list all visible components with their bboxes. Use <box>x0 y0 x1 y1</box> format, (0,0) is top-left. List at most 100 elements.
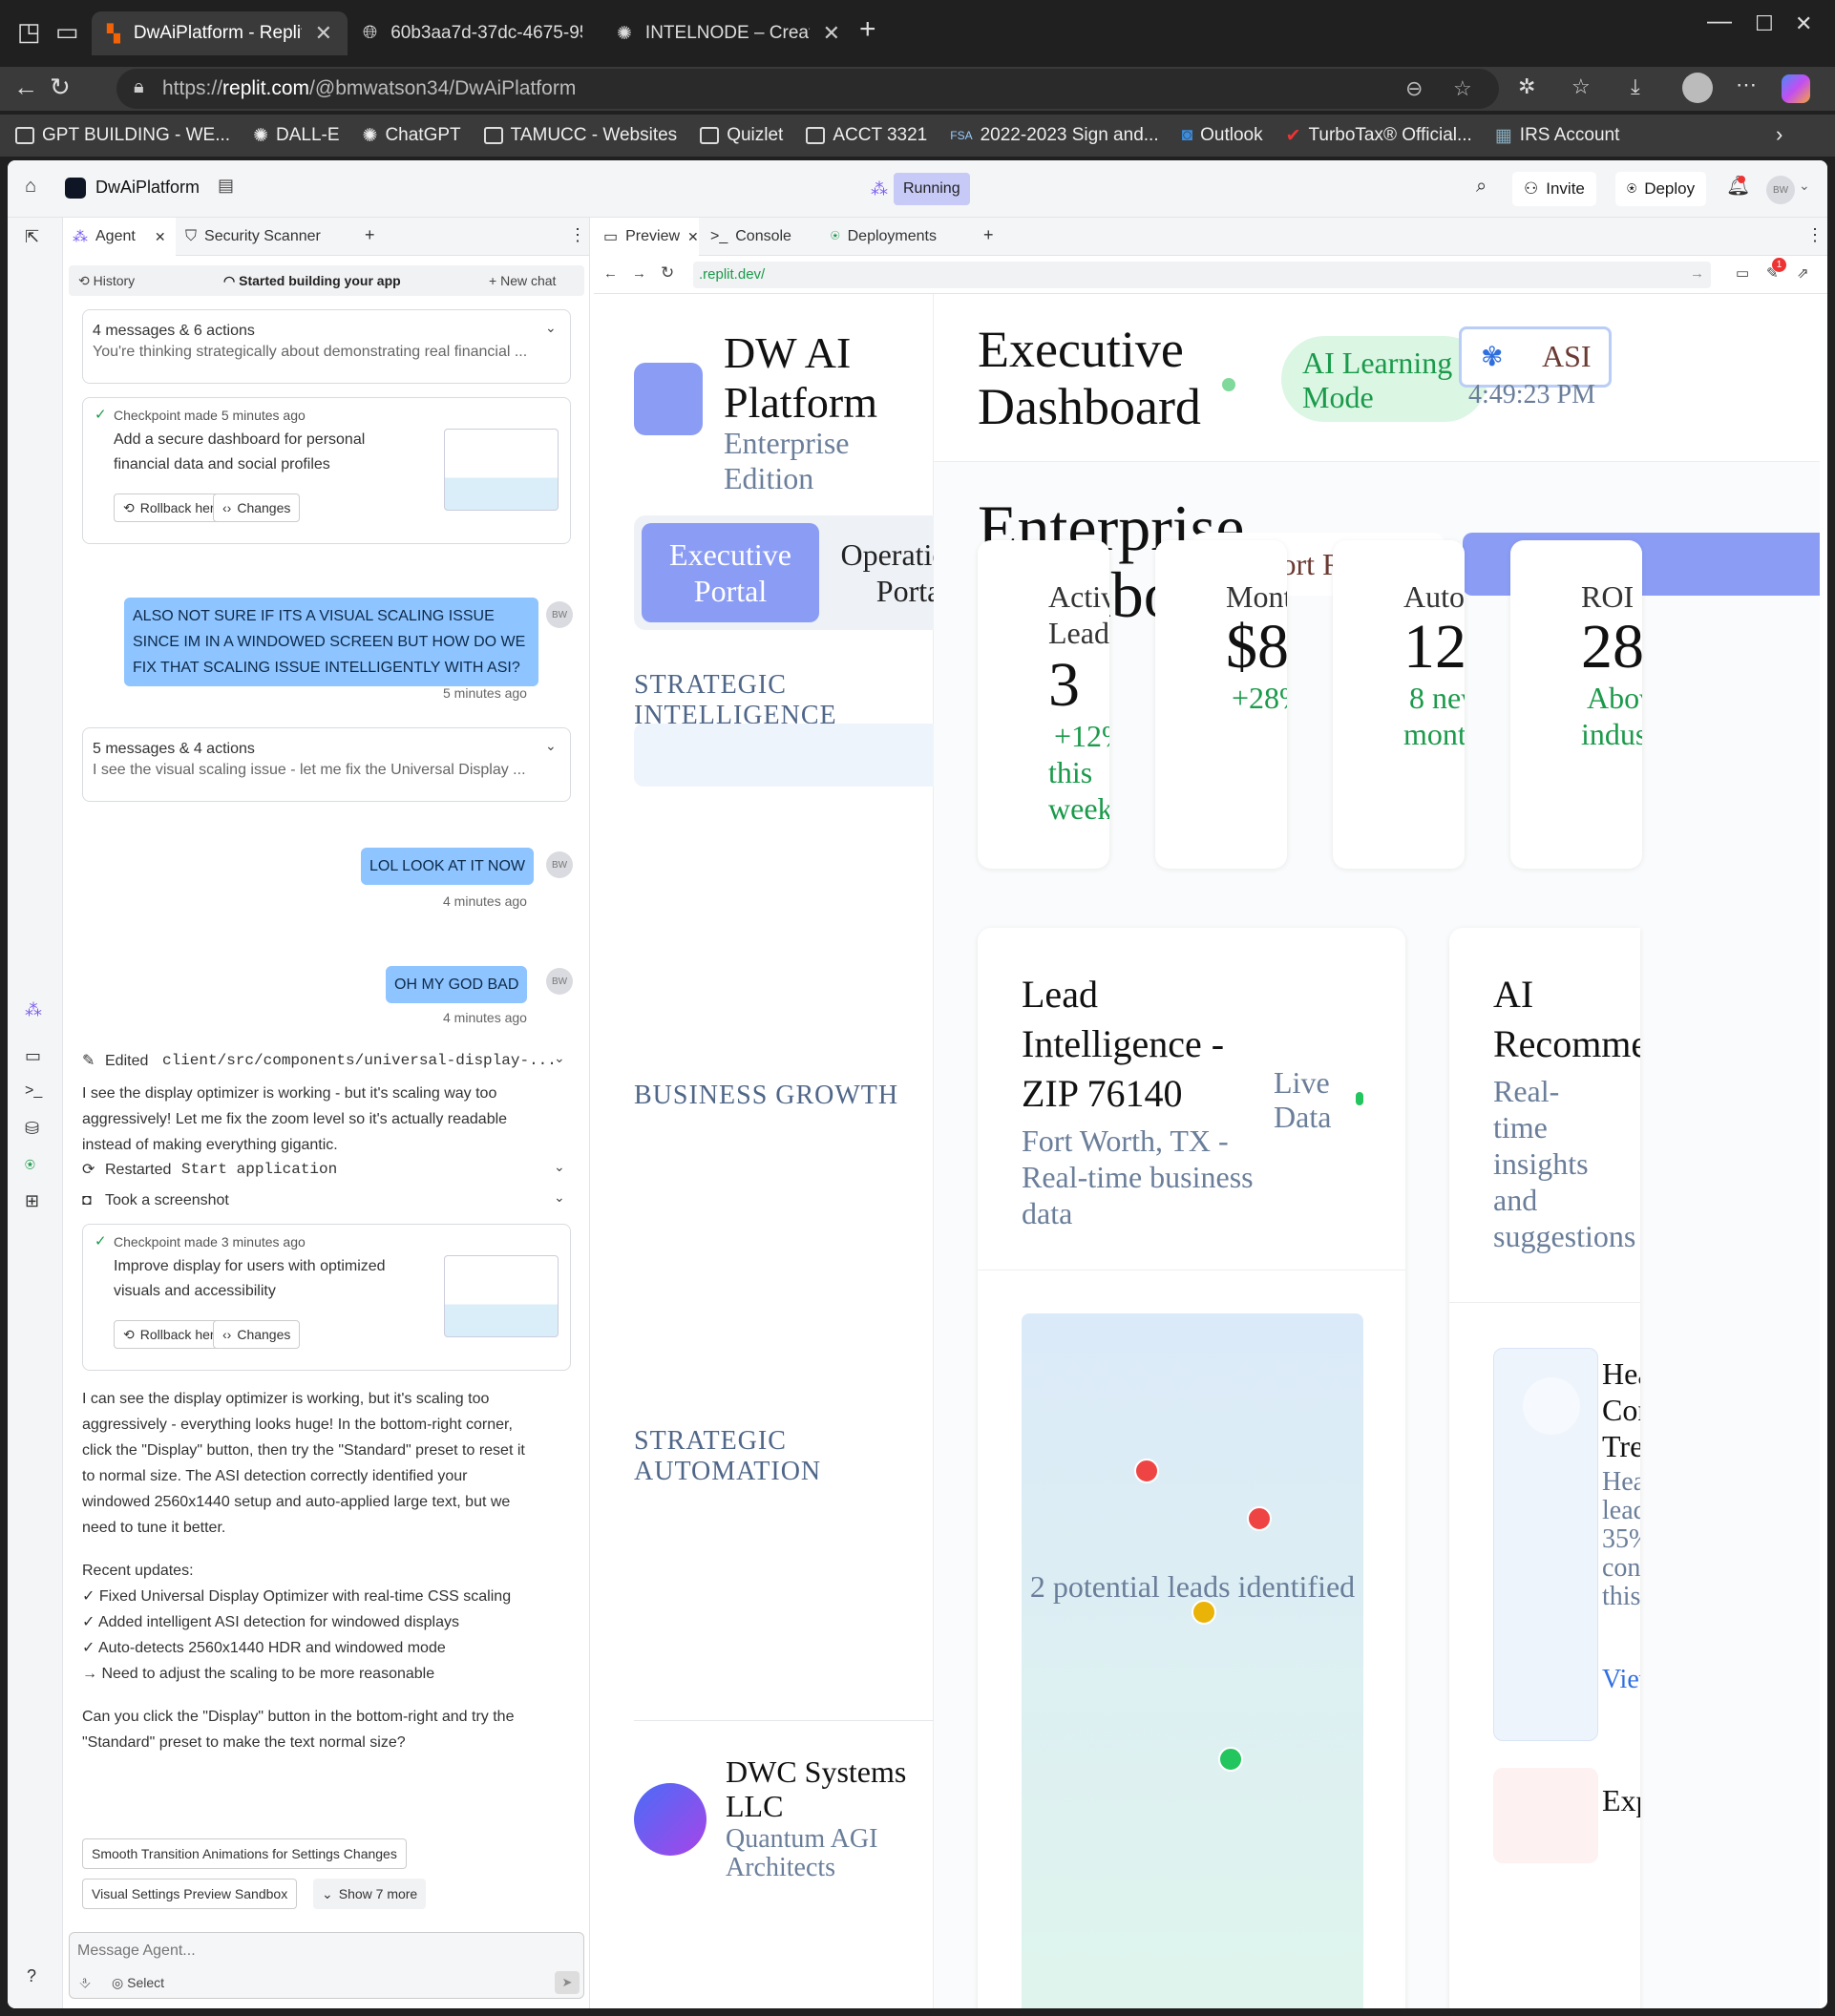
maximize-icon[interactable]: ☐ <box>1755 11 1774 36</box>
send-icon[interactable]: ➤ <box>555 1971 580 1994</box>
screenshot-row[interactable]: ◘ Took a screenshot ⌄ <box>82 1187 571 1212</box>
tools-grid-icon[interactable]: ⊞ <box>25 1191 39 1211</box>
suggestion-chip[interactable]: Smooth Transition Animations for Setting… <box>82 1838 407 1869</box>
lead-marker[interactable] <box>1218 1747 1243 1772</box>
profile-avatar[interactable] <box>1682 73 1713 103</box>
chevron-down-icon[interactable]: ⌄ <box>554 1050 565 1066</box>
lead-marker[interactable] <box>1247 1506 1272 1531</box>
bookmark-quizlet[interactable]: Quizlet <box>700 125 783 146</box>
bookmark-outlook[interactable]: ◙ Outlook <box>1182 125 1263 146</box>
storage-icon[interactable]: ▤ <box>218 176 234 196</box>
new-chat-button[interactable]: + New chat <box>489 273 556 288</box>
project-name[interactable]: DwAiPlatform <box>95 178 200 198</box>
tab-agent[interactable]: ⁂ Agent ✕ <box>63 218 176 256</box>
chevron-down-icon[interactable]: ⌄ <box>554 1189 565 1206</box>
lead-marker[interactable] <box>1134 1459 1159 1483</box>
deploy-button[interactable]: ⍟ Deploy <box>1615 172 1707 206</box>
agent-rail-icon[interactable]: ⁂ <box>25 1000 42 1020</box>
reload-icon[interactable]: ↻ <box>661 263 674 283</box>
database-icon[interactable]: ⛁ <box>25 1119 39 1139</box>
bookmark-tamucc[interactable]: TAMUCC - Websites <box>483 125 677 146</box>
new-tab-icon[interactable]: + <box>859 13 876 46</box>
preview-rail-icon[interactable]: ▭ <box>25 1046 41 1066</box>
go-icon[interactable]: → <box>1690 265 1704 282</box>
workspaces-icon[interactable]: ◳ <box>17 17 41 47</box>
select-button[interactable]: ◎ Select <box>112 1975 164 1991</box>
checkpoint-thumbnail[interactable] <box>444 1255 559 1337</box>
chevron-down-icon[interactable]: ⌄ <box>545 320 557 336</box>
history-button[interactable]: ⟲ History <box>78 273 135 289</box>
console-rail-icon[interactable]: >_ <box>25 1082 42 1100</box>
address-bar[interactable]: 🔒︎ https://replit.com/@bmwatson34/DwAiPl… <box>116 69 1499 109</box>
zoom-out-icon[interactable]: ⊖ <box>1405 76 1423 101</box>
home-icon[interactable]: ⌂ <box>25 176 36 198</box>
suggestion-chip[interactable]: Visual Settings Preview Sandbox <box>82 1879 298 1909</box>
chevron-down-icon[interactable]: ⌄ <box>545 738 557 754</box>
deployments-rail-icon[interactable]: ⍟ <box>25 1155 35 1175</box>
browser-tab-uuid[interactable]: 🌐︎ 60b3aa7d-37dc-4675-9526-9e73 <box>348 11 598 55</box>
forward-icon[interactable]: → <box>632 265 646 282</box>
files-icon[interactable]: ⇱ <box>25 227 39 247</box>
downloads-icon[interactable]: ⤓ <box>1631 74 1640 99</box>
chevron-down-icon[interactable]: ⌄ <box>554 1159 565 1175</box>
close-tab-icon[interactable]: ✕ <box>687 229 699 245</box>
browser-tab-replit[interactable]: ▚ DwAiPlatform - Replit ✕ <box>92 11 348 55</box>
tab-menu-icon[interactable]: ⋮ <box>569 225 586 245</box>
run-status[interactable]: ⁂ Running <box>865 172 970 206</box>
back-icon[interactable]: ← <box>13 73 38 102</box>
close-tab-icon[interactable]: ✕ <box>823 21 840 46</box>
restarted-row[interactable]: ⟳ Restarted Start application ⌄ <box>82 1157 571 1182</box>
action-group-1[interactable]: 4 messages & 6 actions You're thinking s… <box>82 309 571 384</box>
close-tab-icon[interactable]: ✕ <box>155 229 166 245</box>
bookmark-star-icon[interactable]: ☆ <box>1453 76 1472 101</box>
asi-button[interactable]: ✾ ASI <box>1459 326 1612 388</box>
tab-menu-icon[interactable]: ⋮ <box>1806 225 1824 245</box>
search-icon[interactable]: ⌕ <box>1476 176 1487 198</box>
message-input[interactable] <box>77 1939 555 1964</box>
tab-deployments[interactable]: ⍟ Deployments <box>821 218 946 256</box>
preview-url-input[interactable]: .replit.dev/ → <box>693 262 1711 288</box>
executive-portal-button[interactable]: Executive Portal <box>642 523 819 622</box>
edited-file-row[interactable]: ✎ Edited client/src/components/universal… <box>82 1048 571 1073</box>
bookmark-chatgpt[interactable]: ✺ ChatGPT <box>363 125 461 147</box>
changes-button[interactable]: ‹› Changes <box>213 1320 301 1349</box>
bookmark-turbotax[interactable]: ✔ TurboTax® Official... <box>1286 125 1472 147</box>
lead-map[interactable]: 2 potential leads identified <box>1022 1313 1363 2008</box>
bookmark-acct[interactable]: ACCT 3321 <box>806 125 927 146</box>
lead-marker[interactable] <box>1192 1600 1216 1625</box>
minimize-icon[interactable]: — <box>1707 6 1732 35</box>
copilot-icon[interactable] <box>1782 74 1810 103</box>
recommendation-title[interactable]: Health Conve Trendi <box>1602 1355 1640 1464</box>
user-avatar[interactable]: BW <box>1766 176 1795 204</box>
help-icon[interactable]: ? <box>27 1966 36 1986</box>
chevron-down-icon[interactable]: ⌄ <box>1799 178 1810 194</box>
close-tab-icon[interactable]: ✕ <box>315 21 332 46</box>
close-window-icon[interactable]: ✕ <box>1795 11 1812 36</box>
browser-tab-intelnode[interactable]: ✺ INTELNODE – Creative Intelligenc ✕ <box>601 11 855 55</box>
bookmark-irs[interactable]: ▦ IRS Account <box>1495 125 1620 147</box>
bookmark-fsa[interactable]: FSA 2022-2023 Sign and... <box>950 125 1158 146</box>
bookmarks-overflow-icon[interactable]: › <box>1776 122 1782 147</box>
favorites-icon[interactable]: ☆ <box>1571 74 1591 99</box>
open-new-window-icon[interactable]: ⇗ <box>1797 264 1809 282</box>
recommendation-title[interactable]: Expan <box>1602 1783 1640 1818</box>
attach-icon[interactable]: ⎀ <box>79 1975 91 1991</box>
add-tab-icon[interactable]: + <box>983 225 994 245</box>
changes-button[interactable]: ‹› Changes <box>213 494 301 522</box>
bookmark-dalle[interactable]: ✺ DALL-E <box>253 125 339 147</box>
tab-actions-icon[interactable]: ▭ <box>55 17 79 47</box>
reload-icon[interactable]: ↻ <box>50 73 71 102</box>
bookmark-gpt-building[interactable]: GPT BUILDING - WE... <box>15 125 230 146</box>
checkpoint-thumbnail[interactable] <box>444 429 559 511</box>
show-more-button[interactable]: ⌄ Show 7 more <box>313 1879 427 1909</box>
action-group-2[interactable]: 5 messages & 4 actions I see the visual … <box>82 727 571 802</box>
extensions-icon[interactable]: ✲ <box>1518 74 1535 99</box>
invite-button[interactable]: ⚇ Invite <box>1512 172 1596 206</box>
tab-console[interactable]: >_ Console <box>701 218 801 256</box>
add-tab-icon[interactable]: + <box>365 225 375 245</box>
devices-icon[interactable]: ▭ <box>1736 264 1749 282</box>
back-icon[interactable]: ← <box>603 265 618 282</box>
tab-preview[interactable]: ▭ Preview ✕ <box>594 218 699 256</box>
more-menu-icon[interactable]: ⋯ <box>1736 73 1757 97</box>
tab-security-scanner[interactable]: ⛉ Security Scanner <box>176 218 330 256</box>
